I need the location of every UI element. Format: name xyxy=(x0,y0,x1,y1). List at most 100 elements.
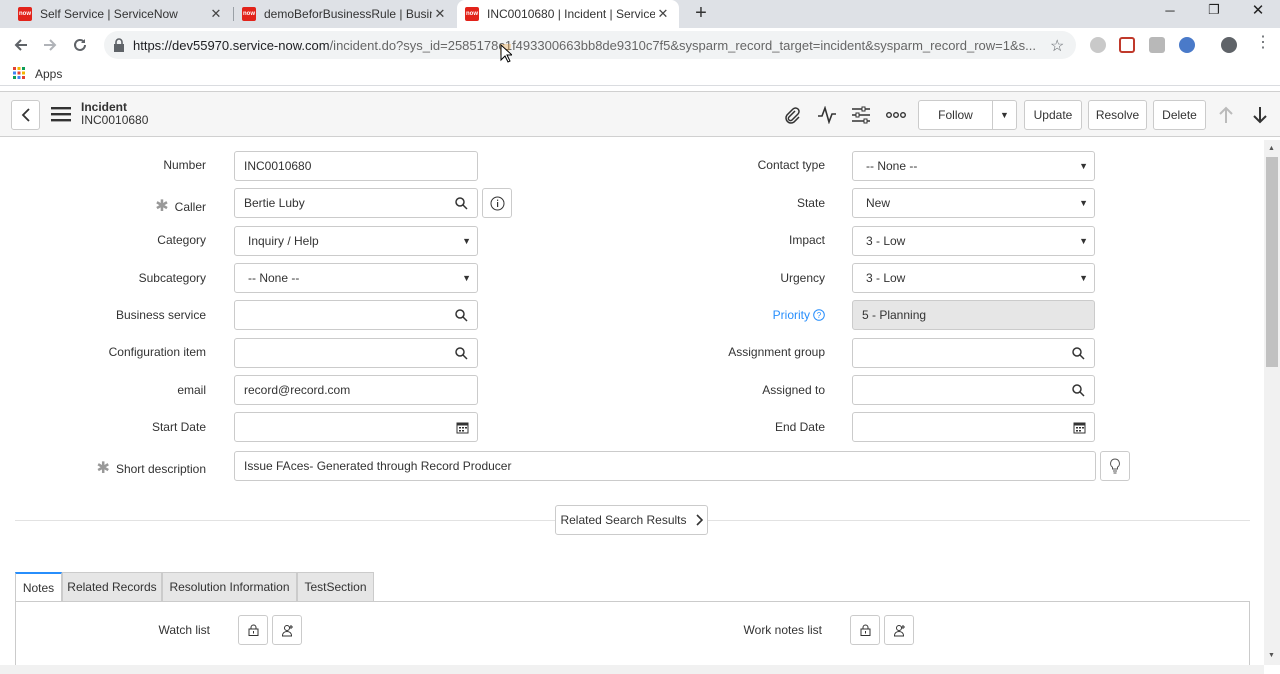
lock-icon xyxy=(248,624,258,636)
update-button[interactable]: Update xyxy=(1024,100,1082,130)
email-value: record@record.com xyxy=(244,383,351,397)
short-description-value: Issue FAces- Generated through Record Pr… xyxy=(244,459,512,473)
caret-down-icon: ▼ xyxy=(462,236,471,246)
close-icon[interactable]: ✕ xyxy=(432,6,448,22)
subcategory-select[interactable]: -- None -- ▼ xyxy=(234,263,478,293)
caller-field[interactable]: Bertie Luby xyxy=(234,188,447,218)
contact-type-select[interactable]: -- None -- ▼ xyxy=(852,151,1095,181)
profile-icon[interactable] xyxy=(1221,37,1237,53)
apps-grid-icon[interactable] xyxy=(13,67,25,79)
assigned-to-field[interactable] xyxy=(852,375,1064,405)
browser-tab-business-rule[interactable]: now demoBeforBusinessRule | Busine ✕ xyxy=(234,0,456,28)
category-select[interactable]: Inquiry / Help ▼ xyxy=(234,226,478,256)
info-icon xyxy=(490,196,504,210)
work-notes-add-me-button[interactable] xyxy=(884,615,914,645)
extension-circle-icon[interactable] xyxy=(1090,37,1106,53)
add-user-icon xyxy=(893,624,905,636)
extension-star-icon[interactable] xyxy=(1179,37,1195,53)
tab-notes[interactable]: Notes xyxy=(15,572,62,602)
configuration-item-field[interactable] xyxy=(234,338,447,368)
close-icon[interactable]: ✕ xyxy=(208,6,224,22)
browser-tab-incident[interactable]: now INC0010680 | Incident | ServiceN ✕ xyxy=(457,0,679,28)
short-description-field[interactable]: Issue FAces- Generated through Record Pr… xyxy=(234,451,1096,481)
servicenow-favicon-icon: now xyxy=(242,7,256,21)
follow-button[interactable]: Follow xyxy=(918,100,993,130)
end-date-picker-button[interactable] xyxy=(1064,412,1095,442)
minimize-icon[interactable]: ─ xyxy=(1148,0,1192,20)
restore-icon[interactable]: ❐ xyxy=(1192,0,1236,20)
address-bar[interactable]: https://dev55970.service-now.com/inciden… xyxy=(104,31,1076,59)
tab-resolution-information[interactable]: Resolution Information xyxy=(162,572,297,602)
bookmarks-bar: Apps xyxy=(0,62,1280,86)
assigned-to-lookup-button[interactable] xyxy=(1063,375,1095,405)
scroll-down-arrow-icon[interactable]: ▼ xyxy=(1268,652,1275,659)
impact-select[interactable]: 3 - Low ▼ xyxy=(852,226,1095,256)
url-text[interactable]: https://dev55970.service-now.com/inciden… xyxy=(133,38,1043,53)
close-icon[interactable]: ✕ xyxy=(655,6,671,22)
caller-info-button[interactable] xyxy=(482,188,512,218)
scrollbar-thumb[interactable] xyxy=(1266,157,1278,367)
business-service-label: Business service xyxy=(115,308,206,322)
next-record-arrow-icon[interactable] xyxy=(1249,104,1271,126)
more-menu-icon[interactable]: ⋮ xyxy=(1255,35,1271,51)
assignment-group-label: Assignment group xyxy=(728,345,825,359)
lightbulb-icon xyxy=(1110,458,1120,474)
browser-tab-label: Self Service | ServiceNow xyxy=(40,7,178,21)
priority-label[interactable]: Priority ? xyxy=(650,308,825,322)
tab-related-records[interactable]: Related Records xyxy=(62,572,162,602)
caret-down-icon: ▼ xyxy=(462,273,471,283)
related-search-results-button[interactable]: Related Search Results xyxy=(555,505,708,535)
tab-testsection[interactable]: TestSection xyxy=(297,572,374,602)
back-button[interactable] xyxy=(11,100,40,130)
svg-text:?: ? xyxy=(817,311,822,320)
number-field[interactable]: INC0010680 xyxy=(234,151,478,181)
configuration-item-lookup-button[interactable] xyxy=(446,338,478,368)
state-select[interactable]: New ▼ xyxy=(852,188,1095,218)
suggestion-button[interactable] xyxy=(1100,451,1130,481)
assignment-group-field[interactable] xyxy=(852,338,1064,368)
back-icon[interactable] xyxy=(8,33,34,57)
horizontal-scrollbar[interactable] xyxy=(0,665,1264,674)
follow-dropdown-button[interactable]: ▼ xyxy=(992,100,1017,130)
more-options-icon[interactable] xyxy=(885,104,907,126)
window-close-icon[interactable]: ✕ xyxy=(1236,0,1280,20)
category-value: Inquiry / Help xyxy=(248,234,319,248)
scroll-up-arrow-icon[interactable]: ▲ xyxy=(1268,145,1275,152)
work-notes-list-label: Work notes list xyxy=(743,623,822,637)
vertical-scrollbar[interactable]: ▲ ▼ xyxy=(1264,140,1280,665)
hamburger-menu-icon[interactable] xyxy=(51,106,71,122)
assignment-group-lookup-button[interactable] xyxy=(1063,338,1095,368)
new-tab-button[interactable]: + xyxy=(690,2,712,24)
extension-shield-icon[interactable] xyxy=(1149,37,1165,53)
email-field[interactable]: record@record.com xyxy=(234,375,478,405)
business-service-field[interactable] xyxy=(234,300,447,330)
extension-pocket-icon[interactable] xyxy=(1119,37,1135,53)
business-service-lookup-button[interactable] xyxy=(446,300,478,330)
end-date-label: End Date xyxy=(774,420,825,434)
browser-tab-self-service[interactable]: now Self Service | ServiceNow ✕ xyxy=(10,0,232,28)
browser-tab-bar: now Self Service | ServiceNow ✕ now demo… xyxy=(0,0,1280,28)
delete-button[interactable]: Delete xyxy=(1153,100,1206,130)
bookmark-apps[interactable]: Apps xyxy=(35,67,62,81)
work-notes-unlock-button[interactable] xyxy=(850,615,880,645)
previous-record-arrow-icon[interactable] xyxy=(1215,104,1237,126)
start-date-field[interactable] xyxy=(234,412,448,442)
chevron-right-icon xyxy=(695,514,703,526)
watch-list-label: Watch list xyxy=(158,623,210,637)
resolve-button[interactable]: Resolve xyxy=(1088,100,1147,130)
paperclip-icon[interactable] xyxy=(781,104,803,126)
caller-lookup-button[interactable] xyxy=(446,188,478,218)
forward-icon[interactable] xyxy=(37,33,63,57)
personalize-sliders-icon[interactable] xyxy=(850,104,872,126)
urgency-select[interactable]: 3 - Low ▼ xyxy=(852,263,1095,293)
start-date-picker-button[interactable] xyxy=(447,412,478,442)
reload-icon[interactable] xyxy=(67,33,93,57)
watch-list-add-me-button[interactable] xyxy=(272,615,302,645)
activity-pulse-icon[interactable] xyxy=(816,104,838,126)
search-icon xyxy=(455,308,468,322)
state-label: State xyxy=(796,196,825,210)
subcategory-label: Subcategory xyxy=(138,271,206,285)
end-date-field[interactable] xyxy=(852,412,1065,442)
watch-list-unlock-button[interactable] xyxy=(238,615,268,645)
star-icon[interactable]: ☆ xyxy=(1050,36,1064,56)
